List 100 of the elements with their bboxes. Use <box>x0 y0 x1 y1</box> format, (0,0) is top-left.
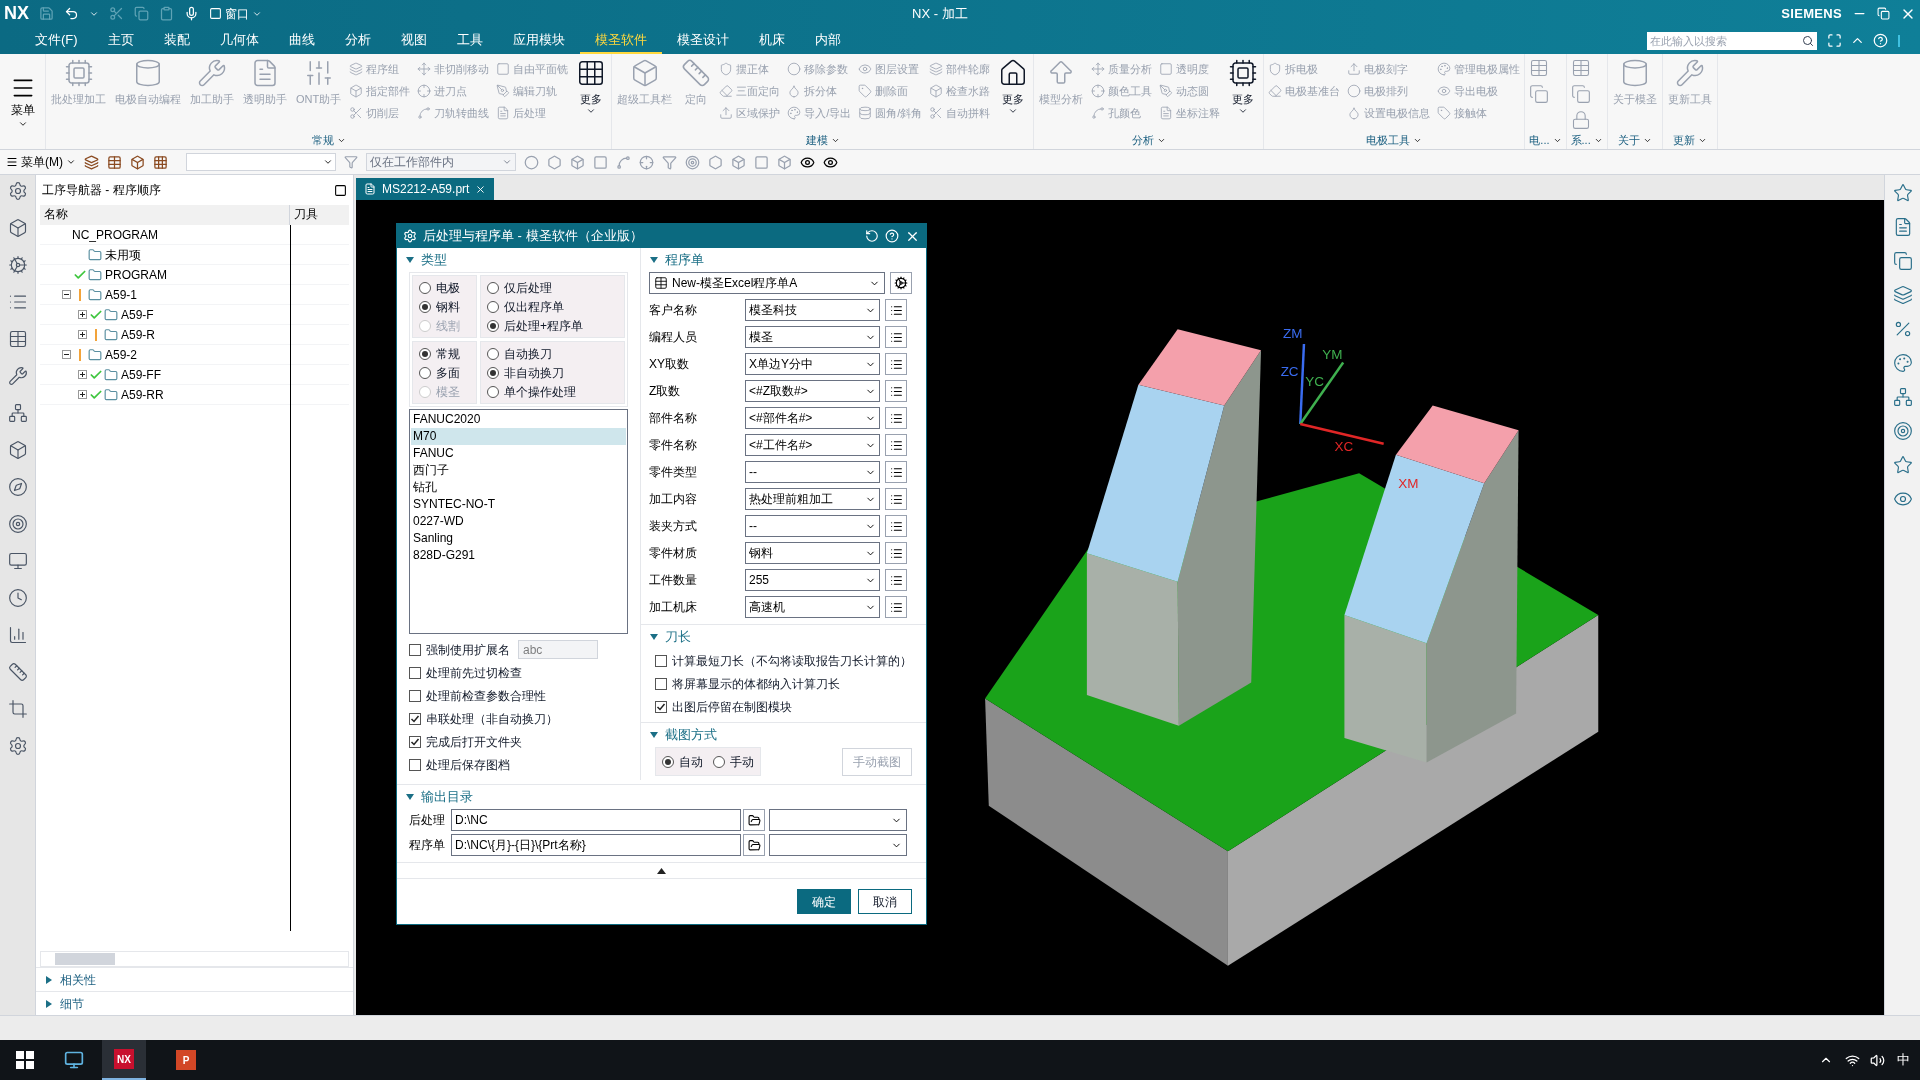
crop-icon[interactable] <box>7 699 28 719</box>
section-toggle-icon[interactable] <box>405 792 415 802</box>
list-item[interactable]: 828D-G291 <box>411 547 626 564</box>
cube-icon[interactable] <box>7 218 28 238</box>
table-icon[interactable] <box>7 329 28 349</box>
list-button[interactable] <box>885 299 907 321</box>
value-dropdown[interactable]: <#Z取数#> <box>745 380 880 402</box>
help-icon[interactable] <box>1873 33 1888 48</box>
tree-item[interactable]: 未用项 <box>105 245 141 264</box>
monitor-icon[interactable] <box>64 1050 84 1070</box>
ruler-icon[interactable] <box>7 662 28 682</box>
maximize-icon[interactable] <box>334 183 347 197</box>
radio-option[interactable]: 仅出程序单 <box>487 297 618 316</box>
list-button[interactable] <box>885 596 907 618</box>
radio-option[interactable]: 后处理+程序单 <box>487 316 618 335</box>
chart-icon[interactable] <box>7 625 28 645</box>
radio-option[interactable]: 钢料 <box>419 297 470 316</box>
template-dropdown[interactable]: New-模圣Excel程序单A <box>649 272 885 294</box>
layers-icon[interactable] <box>1892 285 1913 305</box>
radio-option[interactable]: 非自动换刀 <box>487 363 618 382</box>
clock-icon[interactable] <box>7 588 28 608</box>
settings-icon[interactable] <box>7 181 28 201</box>
monitor-icon[interactable] <box>7 551 28 571</box>
value-dropdown[interactable]: 模圣科技 <box>745 299 880 321</box>
list-item[interactable]: Sanling <box>411 530 626 547</box>
list-button[interactable] <box>885 326 907 348</box>
checkbox-option[interactable]: 计算最短刀长（不勾将读取报告刀长计算的） <box>655 649 912 672</box>
tree-item[interactable]: A59-RR <box>121 385 164 404</box>
copy-icon[interactable] <box>1892 251 1913 271</box>
list-item[interactable]: 0227-WD <box>411 513 626 530</box>
tree-item[interactable]: NC_PROGRAM <box>72 225 158 244</box>
value-dropdown[interactable]: -- <box>745 461 880 483</box>
checkbox-option[interactable]: 处理前检查参数合理性 <box>409 684 628 707</box>
value-dropdown[interactable]: 模圣 <box>745 326 880 348</box>
menu-tab[interactable]: 应用模块 <box>497 27 580 54</box>
value-dropdown[interactable]: 钢料 <box>745 542 880 564</box>
tree-item[interactable]: A59-R <box>121 325 155 344</box>
list-button[interactable] <box>885 380 907 402</box>
menu-tab[interactable]: 视图 <box>385 27 442 54</box>
section-toggle-icon[interactable] <box>44 974 54 985</box>
list-item[interactable]: SYNTEC-NO-T <box>411 496 626 513</box>
folder-button[interactable] <box>743 834 765 856</box>
target-icon[interactable] <box>1892 421 1913 441</box>
compass-icon[interactable] <box>7 477 28 497</box>
radio-option[interactable]: 手动 <box>713 752 754 771</box>
tree-item[interactable]: PROGRAM <box>105 265 167 284</box>
fullscreen-icon[interactable] <box>1827 33 1842 48</box>
list-item[interactable]: M70 <box>411 428 626 445</box>
list-button[interactable] <box>885 353 907 375</box>
list-button[interactable] <box>885 407 907 429</box>
menu-tab[interactable]: 主页 <box>92 27 149 54</box>
settings-icon[interactable] <box>7 736 28 756</box>
star-icon[interactable] <box>1892 183 1913 203</box>
toolbar-icon[interactable] <box>107 154 122 170</box>
toolbar-icon[interactable] <box>84 154 99 170</box>
value-dropdown[interactable]: 255 <box>745 569 880 591</box>
menu-tab[interactable]: 文件(F) <box>20 27 93 54</box>
tree-item[interactable]: A59-FF <box>121 365 161 384</box>
menu-tab[interactable]: 工具 <box>441 27 498 54</box>
scope-dropdown[interactable]: 仅在工作部件内 <box>366 153 516 171</box>
restore-icon[interactable] <box>1877 7 1890 20</box>
menu-tab[interactable]: 几何体 <box>204 27 274 54</box>
search-icon[interactable] <box>1802 34 1814 47</box>
menu-tab[interactable]: 机床 <box>743 27 800 54</box>
section-toggle-icon[interactable] <box>44 998 54 1009</box>
wrench-icon[interactable] <box>7 366 28 386</box>
expand-icon[interactable] <box>77 310 87 319</box>
list-item[interactable]: FANUC2020 <box>411 411 626 428</box>
radio-option[interactable]: 仅后处理 <box>487 278 618 297</box>
radio-option[interactable]: 电极 <box>419 278 470 297</box>
tree-item[interactable]: A59-1 <box>105 285 138 304</box>
menu-tab[interactable]: 曲线 <box>273 27 330 54</box>
list-button[interactable] <box>885 488 907 510</box>
value-dropdown[interactable]: 高速机 <box>745 596 880 618</box>
menu-tab[interactable]: 装配 <box>148 27 205 54</box>
collapse-icon[interactable] <box>657 867 666 874</box>
menu-tab[interactable]: 模圣设计 <box>661 27 744 54</box>
radio-option[interactable]: 多面 <box>419 363 470 382</box>
menu-tab[interactable]: 内部 <box>799 27 856 54</box>
star-icon[interactable] <box>1892 455 1913 475</box>
scrollbar-thumb[interactable] <box>55 953 115 965</box>
windows-logo-icon[interactable] <box>16 1051 34 1069</box>
list-item[interactable]: 西门子 <box>411 462 626 479</box>
microphone-icon[interactable] <box>184 6 199 21</box>
box-icon[interactable] <box>7 440 28 460</box>
help-icon[interactable] <box>885 229 899 243</box>
network-icon[interactable] <box>1892 387 1913 407</box>
expand-icon[interactable] <box>77 390 87 399</box>
radio-option[interactable]: 常规 <box>419 344 470 363</box>
value-dropdown[interactable]: X单边Y分中 <box>745 353 880 375</box>
checkbox-option[interactable]: 处理前先过切检查 <box>409 661 628 684</box>
checkbox-option[interactable]: 串联处理（非自动换刀） <box>409 707 628 730</box>
ribbon-button[interactable]: 更多 <box>997 58 1030 131</box>
list-item[interactable]: 钻孔 <box>411 479 626 496</box>
toolbar-icon[interactable] <box>130 154 145 170</box>
radio-option[interactable]: 自动换刀 <box>487 344 618 363</box>
checkbox-option[interactable]: 出图后停留在制图模块 <box>655 695 912 718</box>
menu-dropdown[interactable]: 菜单(M) <box>21 153 63 171</box>
column-header[interactable]: 名称 <box>40 205 290 225</box>
collapse-icon[interactable] <box>61 350 71 359</box>
